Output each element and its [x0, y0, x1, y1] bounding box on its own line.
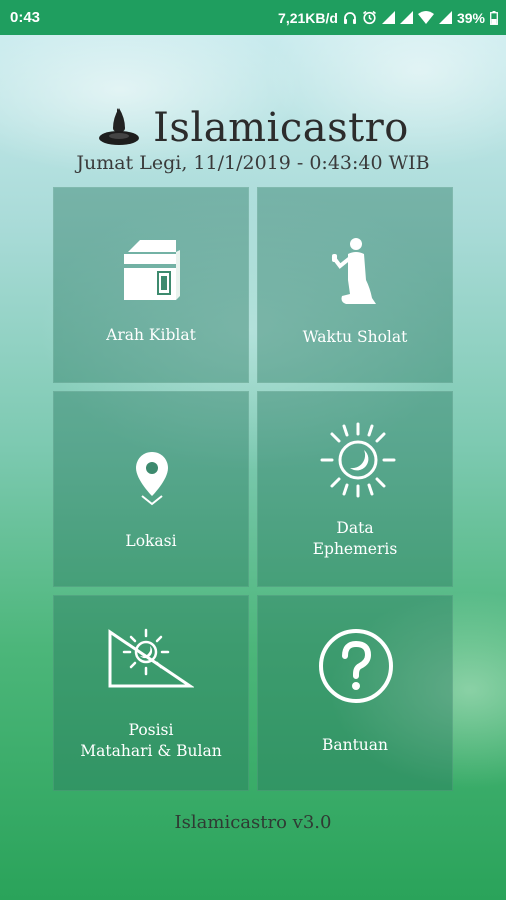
- sun-position-icon: [108, 628, 194, 688]
- signal-icon-1: [381, 11, 395, 24]
- status-bar: 0:43 7,21KB/d 39%: [0, 0, 506, 35]
- headphones-icon: [343, 11, 357, 25]
- lokasi-button[interactable]: Lokasi: [53, 391, 249, 587]
- help-icon: [319, 629, 393, 703]
- bantuan-label: Bantuan: [321, 736, 389, 754]
- waktu-sholat-button[interactable]: Waktu Sholat: [257, 187, 453, 383]
- wifi-icon: [417, 11, 434, 24]
- posisi-line2: Matahari & Bulan: [80, 742, 222, 760]
- app-title: Islamicastro: [153, 105, 409, 151]
- posisi-label: Posisi Matahari & Bulan: [54, 720, 248, 762]
- status-time: 0:43: [10, 9, 41, 26]
- menu-grid: Arah Kiblat Waktu Sholat Lokasi Data Eph…: [53, 187, 454, 791]
- app-version: Islamicastro v3.0: [174, 812, 332, 833]
- location-pin-icon: [136, 452, 168, 506]
- sun-moon-icon: [320, 422, 396, 498]
- data-ephemeris-line2: Ephemeris: [312, 540, 398, 558]
- posisi-button[interactable]: Posisi Matahari & Bulan: [53, 595, 249, 791]
- data-ephemeris-label: Data Ephemeris: [258, 518, 452, 560]
- alarm-icon: [362, 10, 377, 25]
- logo-icon: [99, 108, 140, 145]
- praying-person-icon: [332, 238, 376, 304]
- kaaba-icon: [124, 240, 180, 300]
- signal-icon-2: [399, 11, 413, 24]
- current-datetime: Jumat Legi, 11/1/2019 - 0:43:40 WIB: [76, 152, 430, 174]
- data-ephemeris-button[interactable]: Data Ephemeris: [257, 391, 453, 587]
- signal-icon-3: [438, 11, 452, 24]
- battery-percent: 39%: [456, 9, 485, 26]
- posisi-line1: Posisi: [128, 721, 174, 739]
- network-speed: 7,21KB/d: [278, 9, 338, 26]
- status-indicators: 7,21KB/d 39%: [278, 10, 498, 26]
- arah-kiblat-label: Arah Kiblat: [106, 326, 196, 344]
- arah-kiblat-button[interactable]: Arah Kiblat: [53, 187, 249, 383]
- app-header: Islamicastro: [0, 98, 506, 158]
- lokasi-label: Lokasi: [125, 532, 177, 550]
- waktu-sholat-label: Waktu Sholat: [302, 328, 408, 346]
- battery-icon: [490, 10, 498, 25]
- bantuan-button[interactable]: Bantuan: [257, 595, 453, 791]
- data-ephemeris-line1: Data: [336, 519, 374, 537]
